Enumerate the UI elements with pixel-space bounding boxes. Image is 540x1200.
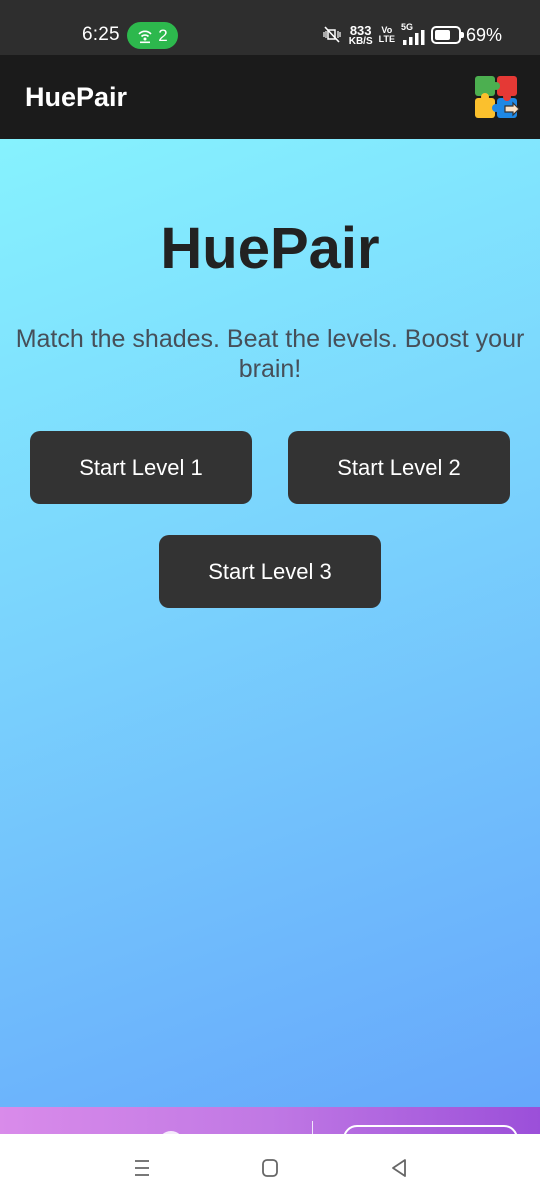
- back-icon: [392, 1159, 406, 1177]
- volte-indicator: Vo LTE: [379, 26, 395, 44]
- network-speed-value: 833: [349, 22, 372, 38]
- mute-vibrate-icon: [323, 26, 341, 43]
- ad-banner[interactable]: [0, 1107, 540, 1134]
- signal-strength-icon: [402, 30, 425, 45]
- ad-divider: [312, 1121, 313, 1134]
- start-level-1-button[interactable]: Start Level 1: [30, 431, 252, 504]
- battery-indicator: 69%: [430, 24, 502, 46]
- puzzle-pieces-icon[interactable]: [471, 72, 523, 124]
- system-nav-bar: [0, 1134, 540, 1200]
- battery-icon: [430, 26, 464, 44]
- battery-percent: 69%: [465, 24, 502, 45]
- battery-fill: [434, 30, 451, 40]
- status-time: 6:25: [82, 24, 120, 45]
- home-icon: [262, 1159, 278, 1177]
- hotspot-icon: [138, 29, 152, 43]
- hotspot-count: 2: [158, 25, 168, 45]
- app-bar-title: HuePair: [25, 82, 128, 112]
- main-content: HuePair Match the shades. Beat the level…: [0, 139, 540, 1107]
- start-level-3-button[interactable]: Start Level 3: [159, 535, 381, 608]
- app-bar: HuePair: [0, 55, 540, 139]
- status-right-group: 833 KB/S Vo LTE 5G 69%: [321, 20, 502, 50]
- home-button[interactable]: [256, 1154, 284, 1182]
- tagline: Match the shades. Beat the levels. Boost…: [15, 325, 525, 383]
- ad-cta-button[interactable]: [343, 1125, 518, 1134]
- signal-indicator: 5G: [401, 22, 425, 46]
- network-speed-unit: KB/S: [348, 35, 373, 47]
- page-title: HuePair: [160, 216, 380, 281]
- network-speed: 833 KB/S: [349, 24, 373, 47]
- status-bar: 6:25 2 833 KB/S Vo LTE 5G 69%: [0, 0, 540, 55]
- back-button[interactable]: [385, 1154, 413, 1182]
- start-level-2-button[interactable]: Start Level 2: [288, 431, 510, 504]
- volte-bottom: LTE: [378, 34, 395, 44]
- hotspot-indicator[interactable]: 2: [127, 22, 178, 49]
- recent-apps-button[interactable]: [128, 1154, 156, 1182]
- recent-apps-icon: [135, 1160, 149, 1176]
